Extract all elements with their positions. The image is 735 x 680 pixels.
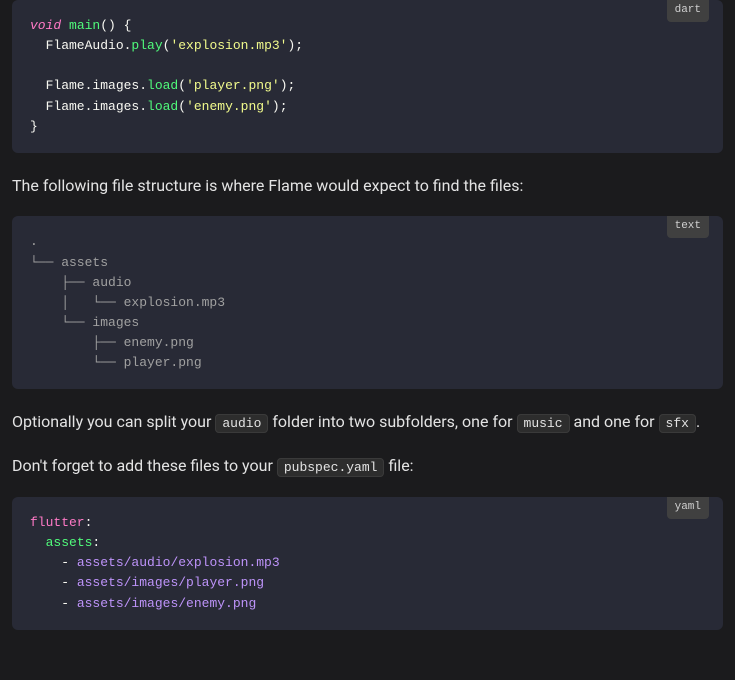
code-content: flutter: assets: - assets/audio/explosio… xyxy=(12,497,723,630)
paragraph-audio-split: Optionally you can split your audio fold… xyxy=(12,409,723,435)
inline-code-music: music xyxy=(517,414,570,433)
text: and one for xyxy=(570,412,659,431)
yaml-dash: - xyxy=(61,596,77,611)
inline-code-pubspec: pubspec.yaml xyxy=(277,458,385,477)
yaml-key: assets xyxy=(46,535,93,550)
tree-line: └── images xyxy=(30,315,139,330)
code-token: void xyxy=(30,18,61,33)
text: folder into two subfolders, one for xyxy=(268,412,516,431)
yaml-dash: - xyxy=(61,555,77,570)
paragraph-file-structure-intro: The following file structure is where Fl… xyxy=(12,173,723,199)
text: Don't forget to add these files to your xyxy=(12,456,277,475)
code-token: ( xyxy=(178,99,186,114)
tree-line: └── assets xyxy=(30,255,108,270)
lang-tag: text xyxy=(667,216,709,238)
lang-tag: dart xyxy=(667,0,709,22)
code-token: load xyxy=(147,78,178,93)
text: file: xyxy=(384,456,413,475)
code-token: ); xyxy=(287,38,303,53)
code-token: ); xyxy=(280,78,296,93)
inline-code-audio: audio xyxy=(215,414,268,433)
tree-line: ├── enemy.png xyxy=(30,335,194,350)
yaml-value: assets/images/player.png xyxy=(77,575,264,590)
code-token xyxy=(61,18,69,33)
code-token: main xyxy=(69,18,100,33)
code-content: void main() { FlameAudio.play ( 'explosion… xyxy=(12,0,723,153)
tree-line: └── player.png xyxy=(30,355,202,370)
code-token: Flame.images. xyxy=(30,99,147,114)
text: Optionally you can split your xyxy=(12,412,215,431)
yaml-dash: - xyxy=(61,575,77,590)
code-block-dart: dart void main() { FlameAudio.play ( 'expl… xyxy=(12,0,723,153)
code-token: Flame.images. xyxy=(30,78,147,93)
yaml-key: flutter xyxy=(30,515,85,530)
code-token: FlameAudio. xyxy=(30,38,131,53)
code-token: ); xyxy=(272,99,288,114)
code-block-yaml: yaml flutter: assets: - assets/audio/exp… xyxy=(12,497,723,630)
tree-line: │ └── explosion.mp3 xyxy=(30,295,225,310)
tree-line: . xyxy=(30,234,38,249)
code-token: () { xyxy=(100,18,131,33)
code-block-tree: text . └── assets ├── audio │ └── explos… xyxy=(12,216,723,389)
code-token: 'player.png' xyxy=(186,78,280,93)
code-token: 'explosion.mp3' xyxy=(170,38,287,53)
code-content: . └── assets ├── audio │ └── explosion.m… xyxy=(12,216,723,389)
code-token: ( xyxy=(178,78,186,93)
yaml-token: : xyxy=(92,535,100,550)
yaml-value: assets/images/enemy.png xyxy=(77,596,256,611)
yaml-token: : xyxy=(85,515,93,530)
code-token: } xyxy=(30,119,38,134)
paragraph-pubspec-note: Don't forget to add these files to your … xyxy=(12,453,723,479)
inline-code-sfx: sfx xyxy=(659,414,696,433)
code-token: load xyxy=(147,99,178,114)
code-token: play xyxy=(131,38,162,53)
code-token: 'enemy.png' xyxy=(186,99,272,114)
yaml-value: assets/audio/explosion.mp3 xyxy=(77,555,280,570)
lang-tag: yaml xyxy=(667,497,709,519)
tree-line: ├── audio xyxy=(30,275,131,290)
text: . xyxy=(696,412,700,431)
